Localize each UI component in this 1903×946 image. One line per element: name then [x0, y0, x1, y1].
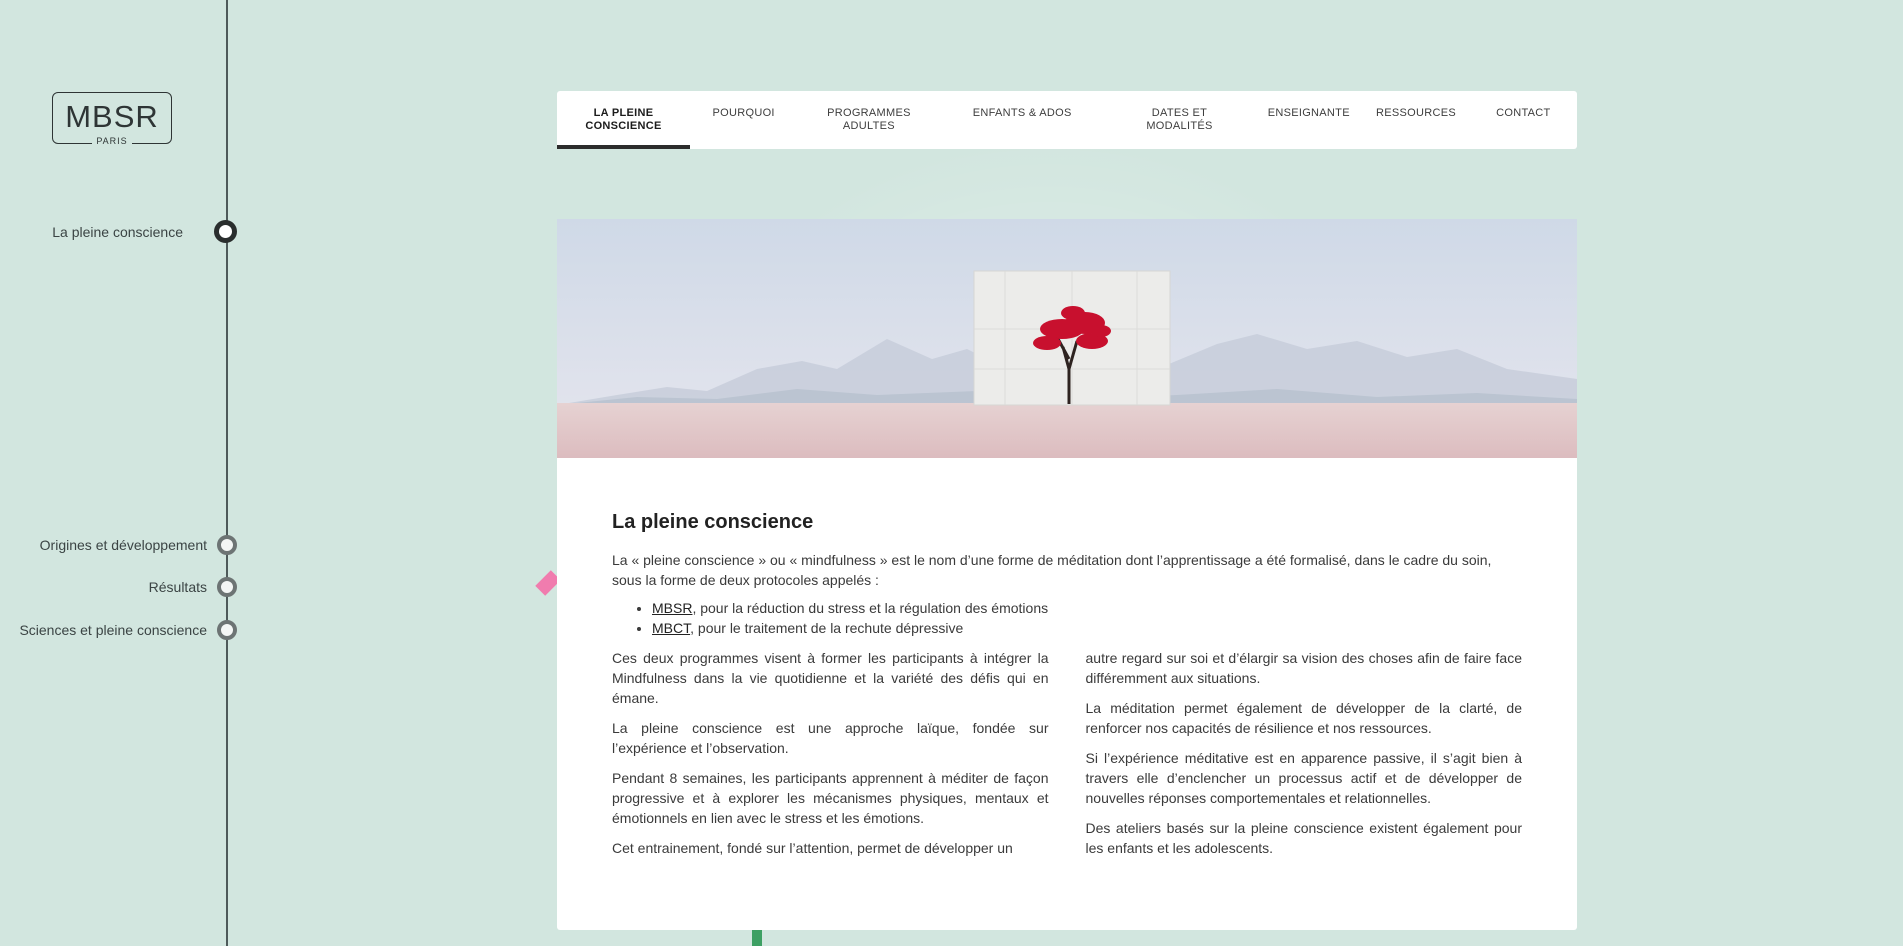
logo-subtext: PARIS	[53, 131, 171, 149]
decorative-flower-stem	[752, 930, 762, 946]
sidebar-item-sciences[interactable]: Sciences et pleine conscience	[19, 620, 237, 640]
paragraph: Des ateliers basés sur la pleine conscie…	[1085, 820, 1523, 856]
nav-item-dates-modalites[interactable]: Dates et modalités	[1104, 91, 1255, 149]
paragraph: Pendant 8 semaines, les participants app…	[612, 770, 1049, 826]
mbct-link[interactable]: MBCT	[652, 620, 690, 636]
nav-item-ressources[interactable]: Ressources	[1362, 91, 1469, 149]
nav-item-enseignante[interactable]: Enseignante	[1255, 91, 1362, 149]
nav-item-enfants-ados[interactable]: Enfants & ados	[941, 91, 1104, 149]
column-right: autre regard sur soi et d’élargir sa vis…	[1086, 648, 1523, 868]
logo-text: MBSR	[65, 99, 159, 134]
paragraph: La pleine conscience est une approche la…	[612, 720, 1049, 756]
mbsr-logo[interactable]: MBSR PARIS	[52, 92, 172, 146]
timeline-dot-active-icon	[214, 220, 237, 243]
article-body: La pleine conscience La « pleine conscie…	[612, 512, 1522, 868]
main-nav: La pleine conscience Pourquoi Programmes…	[557, 91, 1577, 149]
nav-item-pourquoi[interactable]: Pourquoi	[690, 91, 797, 149]
sidebar-timeline-line	[226, 0, 228, 946]
column-left: Ces deux programmes visent à former les …	[612, 648, 1049, 868]
paragraph: Ces deux programmes visent à former les …	[612, 650, 1049, 706]
list-item: MBSR, pour la réduction du stress et la …	[652, 598, 1522, 618]
two-column-text: Ces deux programmes visent à former les …	[612, 648, 1522, 868]
article-card: La pleine conscience La « pleine conscie…	[557, 458, 1577, 930]
page-title: La pleine conscience	[612, 511, 814, 533]
mbsr-link[interactable]: MBSR	[652, 600, 692, 616]
sidebar-item-la-pleine-conscience[interactable]: La pleine conscience	[52, 220, 237, 243]
list-item: MBCT, pour le traitement de la rechute d…	[652, 618, 1522, 638]
paragraph: La méditation permet également de dévelo…	[1085, 700, 1523, 736]
timeline-dot-icon	[217, 535, 237, 555]
nav-item-programmes-adultes[interactable]: Programmes adultes	[797, 91, 940, 149]
timeline-dot-icon	[217, 577, 237, 597]
sidebar-item-label: Origines et développement	[39, 537, 207, 553]
sidebar-item-resultats[interactable]: Résultats	[149, 577, 237, 597]
paragraph: Cet entrainement, fondé sur l’attention,…	[612, 840, 1013, 856]
sidebar-item-label: Résultats	[148, 579, 207, 595]
paragraph: Si l’expérience méditative est en appare…	[1085, 750, 1523, 806]
protocol-list: MBSR, pour la réduction du stress et la …	[612, 598, 1522, 638]
nav-item-la-pleine-conscience[interactable]: La pleine conscience	[557, 91, 690, 149]
sidebar-item-origines[interactable]: Origines et développement	[40, 535, 237, 555]
timeline-dot-icon	[217, 620, 237, 640]
sidebar-item-label: Sciences et pleine conscience	[19, 622, 207, 638]
intro-paragraph: La « pleine conscience » ou « mindfulnes…	[612, 552, 1492, 588]
sidebar-item-label: La pleine conscience	[52, 223, 183, 240]
nav-item-contact[interactable]: Contact	[1470, 91, 1577, 149]
paragraph: autre regard sur soi et d’élargir sa vis…	[1085, 650, 1523, 686]
hero-image	[557, 219, 1577, 458]
